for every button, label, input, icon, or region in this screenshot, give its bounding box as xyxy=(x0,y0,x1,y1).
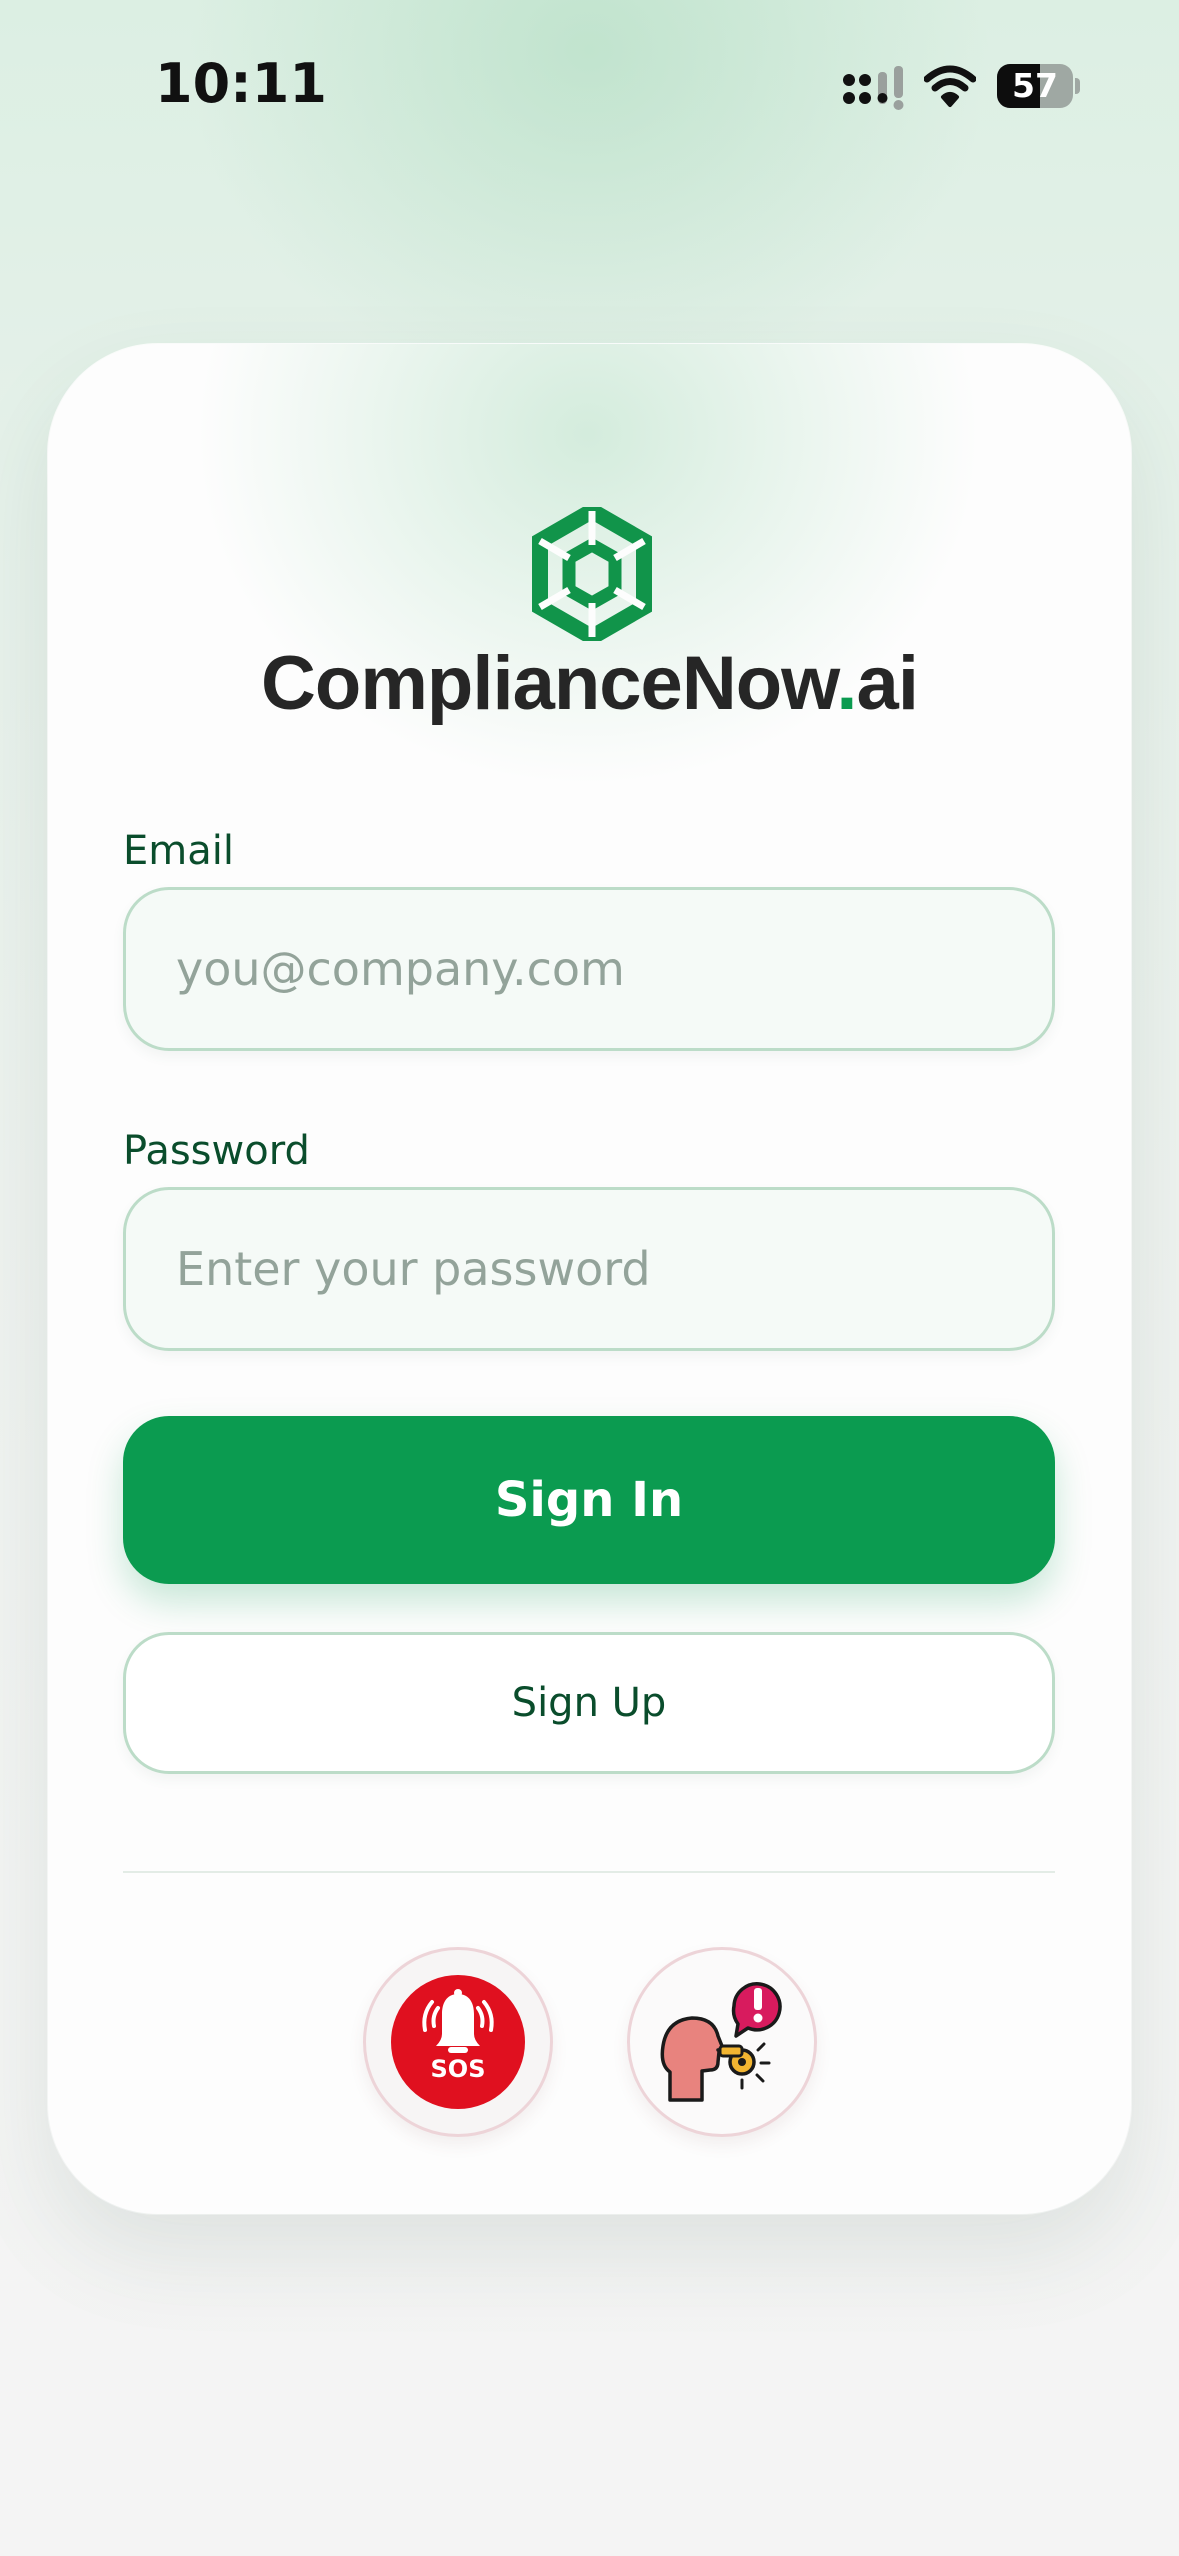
brand-suffix: ai xyxy=(856,641,919,726)
whistleblower-button[interactable] xyxy=(627,1947,817,2137)
brand-dot: . xyxy=(836,641,857,726)
sos-alarm-bell-icon: SOS xyxy=(391,1975,525,2109)
sign-up-button[interactable]: Sign Up xyxy=(123,1632,1055,1774)
wifi-icon xyxy=(924,65,976,107)
battery-icon: 57 xyxy=(997,64,1081,108)
cellular-signal-icon xyxy=(843,66,904,110)
whistleblower-report-icon xyxy=(660,1982,782,2102)
email-input[interactable] xyxy=(123,887,1055,1051)
compliance-now-logo-icon xyxy=(532,507,652,641)
status-time: 10:11 xyxy=(155,52,327,115)
brand-name: ComplianceNow xyxy=(261,641,837,726)
sign-in-button[interactable]: Sign In xyxy=(123,1416,1055,1584)
email-label: Email xyxy=(123,828,234,874)
sos-button[interactable]: SOS xyxy=(363,1947,553,2137)
password-label: Password xyxy=(123,1128,310,1174)
divider xyxy=(123,1871,1055,1873)
status-bar: 10:11 57 xyxy=(0,0,1179,175)
battery-level: 57 xyxy=(1012,66,1058,105)
sos-text: SOS xyxy=(431,2055,486,2083)
brand-wordmark: ComplianceNow.ai xyxy=(48,640,1131,727)
password-input[interactable] xyxy=(123,1187,1055,1351)
login-card: ComplianceNow.ai Email Password Sign In … xyxy=(48,344,1131,2214)
